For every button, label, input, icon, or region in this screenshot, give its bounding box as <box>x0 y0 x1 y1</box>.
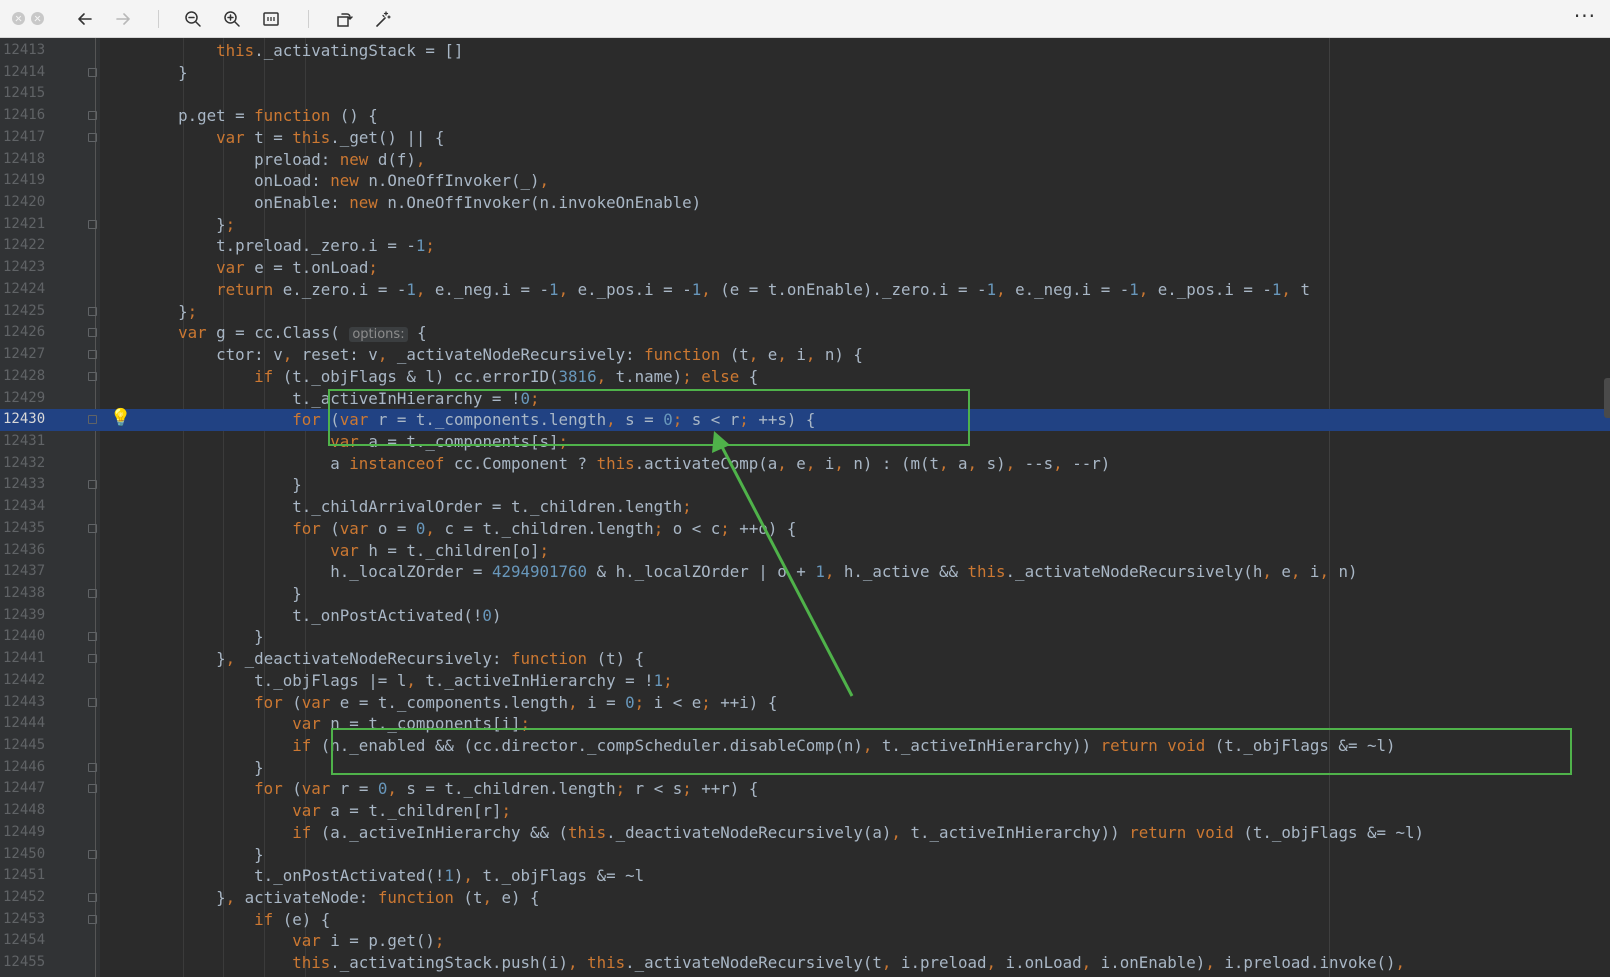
minimize-icon[interactable] <box>31 12 44 25</box>
toolbar-separator <box>158 10 159 28</box>
rotate-icon <box>337 13 353 27</box>
arrow-right-icon <box>116 13 130 25</box>
toolbar-separator <box>308 10 309 28</box>
arrow-left-icon <box>78 13 92 25</box>
close-icon[interactable] <box>12 12 25 25</box>
back-button[interactable] <box>74 8 96 30</box>
code-editor[interactable]: 12413 this._activatingStack = [] 12414 } 1… <box>0 38 1610 977</box>
zoom-out-button[interactable] <box>182 8 204 30</box>
zoom-in-button[interactable] <box>221 8 243 30</box>
forward-button[interactable] <box>112 8 134 30</box>
viewer-toolbar: ··· <box>0 0 1610 38</box>
fit-page-icon <box>263 12 279 26</box>
scrollbar-thumb[interactable] <box>1604 378 1610 418</box>
zoom-out-icon <box>185 11 201 27</box>
magic-wand-icon <box>376 11 391 27</box>
markup-button[interactable] <box>372 8 394 30</box>
more-options-button[interactable]: ··· <box>1574 4 1596 28</box>
annotation-arrow <box>712 431 854 697</box>
zoom-in-icon <box>224 11 240 27</box>
rotate-button[interactable] <box>333 8 355 30</box>
fit-page-button[interactable] <box>260 8 282 30</box>
